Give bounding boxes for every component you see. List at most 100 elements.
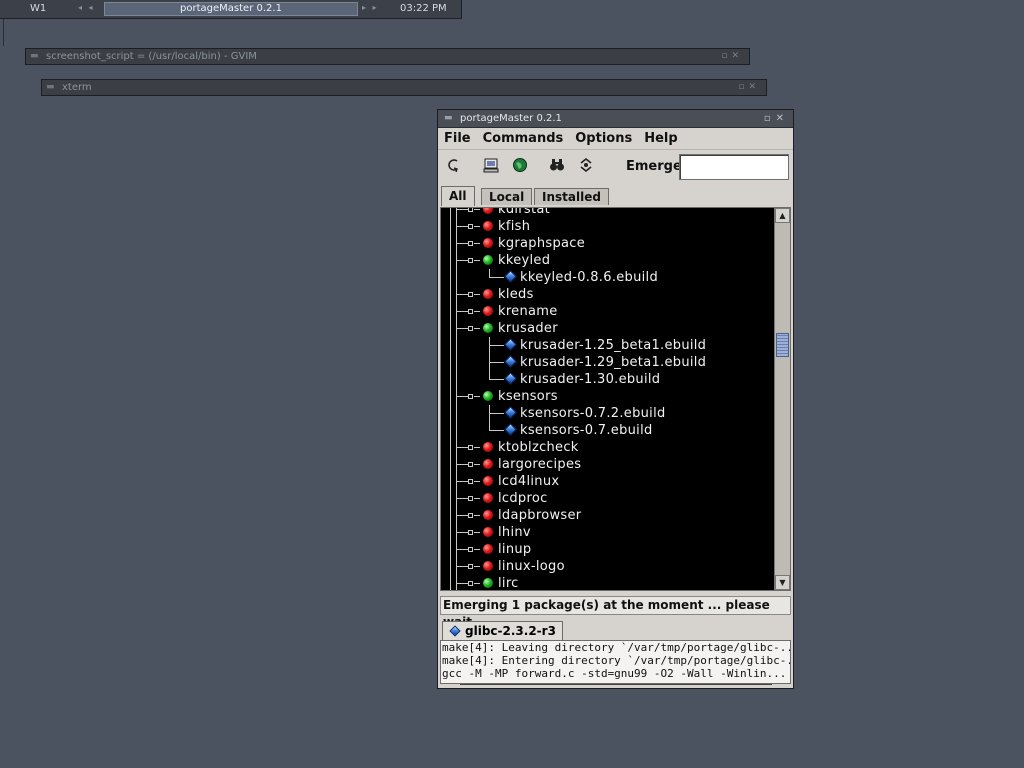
expand-toggle-icon[interactable] [468,564,473,569]
close-icon[interactable]: ✕ [776,113,789,124]
tree-ebuild-row[interactable]: ksensors-0.7.2.ebuild [441,405,776,422]
tree-connector [489,371,490,379]
window-buttons[interactable]: ▫✕ [738,80,760,95]
expand-toggle-icon[interactable] [468,292,473,297]
tree-connector [489,362,504,363]
tab-local[interactable]: Local [481,188,533,205]
tree-package-row[interactable]: krusader [441,320,776,337]
package-name: ldapbrowser [498,508,582,523]
window-buttons[interactable]: ▫✕ [721,49,743,64]
expand-toggle-icon[interactable] [468,224,473,229]
expand-toggle-icon[interactable] [468,547,473,552]
sync-icon[interactable] [577,157,595,175]
tab-installed[interactable]: Installed [534,188,609,205]
taskbar-left-arrows[interactable]: ◂ ◂ [78,3,95,12]
tab-all[interactable]: All [441,186,475,206]
window-grip-icon: ▬ [444,113,453,123]
tree-ebuild-row[interactable]: kkeyled-0.8.6.ebuild [441,269,776,286]
tree-scrollbar[interactable]: ▲ ▼ [774,208,790,590]
window-titlebar[interactable]: ▬ portageMaster 0.2.1 ▫✕ [438,110,793,128]
package-tree[interactable]: kdirstat kfish kgraphspace kkeyled kkeyled-0… [441,208,776,590]
tree-ebuild-row[interactable]: krusader-1.29_beta1.ebuild [441,354,776,371]
tree-package-row[interactable]: kleds [441,286,776,303]
emerge-job-tab[interactable]: glibc-2.3.2-r3 [442,621,563,641]
emerge-input[interactable] [679,154,789,180]
tree-connector [474,566,480,567]
expand-toggle-icon[interactable] [468,479,473,484]
window-grip-icon: ▬ [46,82,55,92]
maximize-icon[interactable]: ▫ [764,113,776,124]
expand-toggle-icon[interactable] [468,462,473,467]
ebuild-icon [504,355,517,368]
not-installed-status-icon [483,527,493,537]
binoculars-icon[interactable] [548,157,566,175]
gvim-window-shaded[interactable]: ▬ screenshot_script = (/usr/local/bin) -… [25,48,750,65]
tree-package-row[interactable]: krename [441,303,776,320]
expand-toggle-icon[interactable] [468,530,473,535]
expand-toggle-icon[interactable] [468,496,473,501]
taskbar-right-arrows[interactable]: ▸ ▸ [362,3,379,12]
tree-package-row[interactable]: lirc [441,575,776,590]
not-installed-status-icon [483,459,493,469]
tab-bar: All Local Installed [438,184,793,206]
expand-toggle-icon[interactable] [468,326,473,331]
xterm-window-shaded[interactable]: ▬ xterm ▫✕ [41,79,767,96]
refresh-icon[interactable] [444,157,462,175]
expand-toggle-icon[interactable] [468,208,473,212]
tree-package-row[interactable]: linux-logo [441,558,776,575]
tree-package-row[interactable]: linup [441,541,776,558]
expand-toggle-icon[interactable] [468,445,473,450]
tree-package-row[interactable]: kgraphspace [441,235,776,252]
tree-connector [474,481,480,482]
taskbar-active-task[interactable]: portageMaster 0.2.1 [104,2,358,16]
tree-package-row[interactable]: ktoblzcheck [441,439,776,456]
not-installed-status-icon [483,561,493,571]
tree-package-row[interactable]: kfish [441,218,776,235]
tree-ebuild-row[interactable]: ksensors-0.7.ebuild [441,422,776,439]
window-buttons[interactable]: ▫✕ [764,110,789,127]
tree-package-row[interactable]: kdirstat [441,208,776,218]
menu-options[interactable]: Options [575,128,632,149]
tree-package-row[interactable]: ksensors [441,388,776,405]
expand-toggle-icon[interactable] [468,241,473,246]
package-name: lcdproc [498,491,548,506]
tree-package-row[interactable]: lcd4linux [441,473,776,490]
tree-connector [489,345,504,346]
resize-handle[interactable] [460,684,772,688]
menu-help[interactable]: Help [644,128,677,149]
tree-connector [474,311,480,312]
scroll-up-icon[interactable]: ▲ [775,208,790,223]
ebuild-name: krusader-1.29_beta1.ebuild [520,355,707,370]
package-name: kleds [498,287,534,302]
installed-status-icon [483,391,493,401]
expand-toggle-icon[interactable] [468,258,473,263]
tree-connector [489,379,504,380]
expand-toggle-icon[interactable] [468,394,473,399]
tree-package-row[interactable]: ldapbrowser [441,507,776,524]
tree-connector [489,337,490,345]
scroll-thumb[interactable] [776,333,789,357]
package-name: kfish [498,219,531,234]
menubar: File Commands Options Help [438,128,793,150]
menu-file[interactable]: File [444,128,471,149]
menu-commands[interactable]: Commands [483,128,564,149]
tree-package-row[interactable]: lhinv [441,524,776,541]
tree-ebuild-row[interactable]: krusader-1.25_beta1.ebuild [441,337,776,354]
globe-icon[interactable] [511,157,529,175]
computer-icon[interactable] [482,157,500,175]
tree-connector [474,464,480,465]
expand-toggle-icon[interactable] [468,513,473,518]
tree-package-row[interactable]: largorecipes [441,456,776,473]
tree-connector [474,260,480,261]
scroll-down-icon[interactable]: ▼ [775,575,790,590]
ebuild-icon [504,372,517,385]
tree-package-row[interactable]: kkeyled [441,252,776,269]
expand-toggle-icon[interactable] [468,309,473,314]
expand-toggle-icon[interactable] [468,581,473,586]
workspace-label[interactable]: W1 [30,3,46,14]
tree-connector [474,498,480,499]
tree-package-row[interactable]: lcdproc [441,490,776,507]
not-installed-status-icon [483,510,493,520]
tree-connector [489,430,504,431]
tree-ebuild-row[interactable]: krusader-1.30.ebuild [441,371,776,388]
